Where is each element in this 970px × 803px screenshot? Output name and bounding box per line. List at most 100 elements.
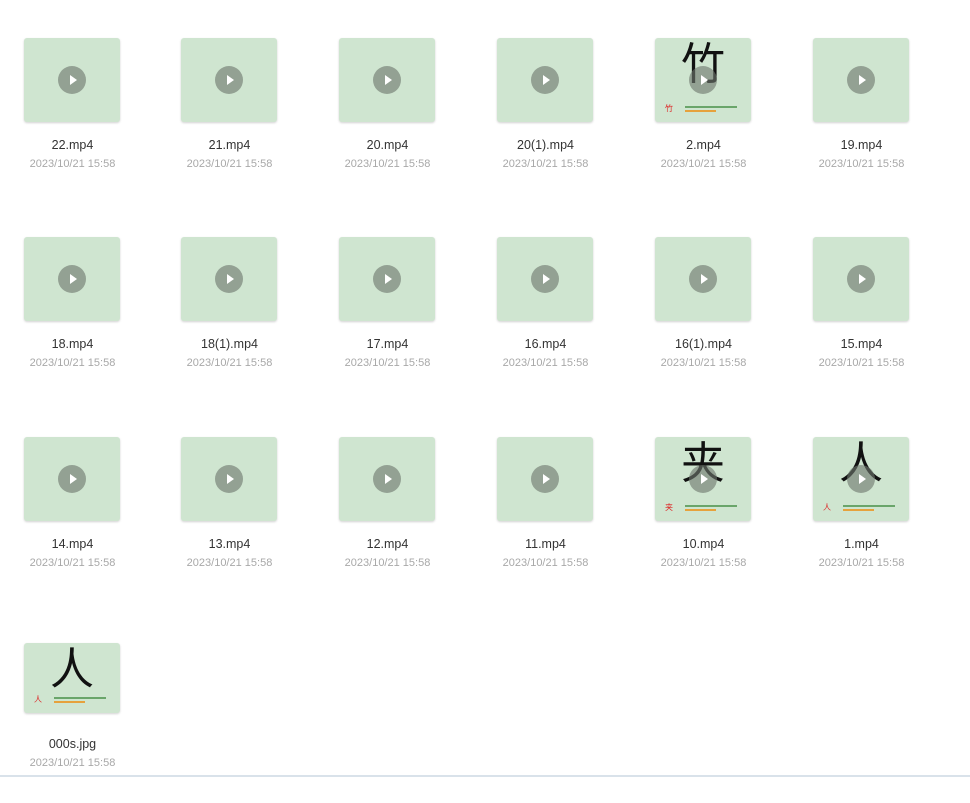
file-date: 2023/10/21 15:58 — [502, 158, 589, 170]
video-thumbnail[interactable] — [813, 237, 909, 321]
file-date: 2023/10/21 15:58 — [344, 557, 431, 569]
file-item[interactable]: 19.mp4 2023/10/21 15:58 — [789, 38, 939, 198]
file-item[interactable]: 人 人 000s.jpg 2023/10/21 15:58 — [0, 643, 150, 803]
thumbnail-caption-lines — [685, 106, 737, 114]
play-icon[interactable] — [531, 465, 559, 493]
image-thumbnail[interactable]: 人 人 — [24, 643, 120, 713]
file-item[interactable]: 18(1).mp4 2023/10/21 15:58 — [157, 237, 307, 397]
play-icon[interactable] — [58, 265, 86, 293]
video-thumbnail[interactable]: 夹 夹 — [655, 437, 751, 521]
video-thumbnail[interactable] — [339, 38, 435, 122]
thumbnail-caption-lines — [54, 697, 106, 705]
thumbnail-small-character: 人 — [823, 503, 831, 512]
file-name[interactable]: 12.mp4 — [315, 537, 460, 551]
file-name[interactable]: 20(1).mp4 — [473, 138, 618, 152]
file-name[interactable]: 11.mp4 — [473, 537, 618, 551]
file-name[interactable]: 18(1).mp4 — [157, 337, 302, 351]
file-item[interactable]: 12.mp4 2023/10/21 15:58 — [315, 437, 465, 597]
play-icon[interactable] — [58, 465, 86, 493]
file-name[interactable]: 14.mp4 — [0, 537, 145, 551]
video-thumbnail[interactable] — [497, 38, 593, 122]
video-thumbnail[interactable] — [497, 437, 593, 521]
file-item[interactable]: 16.mp4 2023/10/21 15:58 — [473, 237, 623, 397]
file-name[interactable]: 20.mp4 — [315, 138, 460, 152]
file-name[interactable]: 13.mp4 — [157, 537, 302, 551]
video-thumbnail[interactable] — [24, 38, 120, 122]
video-thumbnail[interactable] — [181, 437, 277, 521]
thumbnail-character: 人 — [50, 644, 94, 695]
play-icon[interactable] — [373, 66, 401, 94]
file-name[interactable]: 18.mp4 — [0, 337, 145, 351]
video-thumbnail[interactable]: 竹 竹 — [655, 38, 751, 122]
file-date: 2023/10/21 15:58 — [29, 757, 116, 769]
file-name[interactable]: 19.mp4 — [789, 138, 934, 152]
file-date: 2023/10/21 15:58 — [29, 557, 116, 569]
video-thumbnail[interactable] — [813, 38, 909, 122]
play-icon[interactable] — [215, 66, 243, 94]
file-item[interactable]: 20.mp4 2023/10/21 15:58 — [315, 38, 465, 198]
file-item[interactable]: 16(1).mp4 2023/10/21 15:58 — [631, 237, 781, 397]
video-thumbnail[interactable] — [181, 237, 277, 321]
file-date: 2023/10/21 15:58 — [29, 357, 116, 369]
file-name[interactable]: 16.mp4 — [473, 337, 618, 351]
file-item[interactable]: 22.mp4 2023/10/21 15:58 — [0, 38, 150, 198]
file-name[interactable]: 1.mp4 — [789, 537, 934, 551]
file-date: 2023/10/21 15:58 — [186, 158, 273, 170]
file-date: 2023/10/21 15:58 — [818, 557, 905, 569]
video-thumbnail[interactable] — [339, 437, 435, 521]
play-icon[interactable] — [58, 66, 86, 94]
play-icon[interactable] — [847, 66, 875, 94]
file-item[interactable]: 21.mp4 2023/10/21 15:58 — [157, 38, 307, 198]
play-icon[interactable] — [689, 66, 717, 94]
play-icon[interactable] — [215, 465, 243, 493]
thumbnail-small-character: 人 — [34, 695, 42, 704]
file-name[interactable]: 22.mp4 — [0, 138, 145, 152]
file-item[interactable]: 18.mp4 2023/10/21 15:58 — [0, 237, 150, 397]
file-date: 2023/10/21 15:58 — [502, 357, 589, 369]
play-icon[interactable] — [689, 465, 717, 493]
play-icon[interactable] — [373, 465, 401, 493]
file-item[interactable]: 13.mp4 2023/10/21 15:58 — [157, 437, 307, 597]
file-name[interactable]: 16(1).mp4 — [631, 337, 776, 351]
file-item[interactable]: 竹 竹 2.mp4 2023/10/21 15:58 — [631, 38, 781, 198]
video-thumbnail[interactable] — [24, 437, 120, 521]
play-icon[interactable] — [847, 465, 875, 493]
file-date: 2023/10/21 15:58 — [186, 557, 273, 569]
video-thumbnail[interactable] — [497, 237, 593, 321]
video-thumbnail[interactable] — [181, 38, 277, 122]
file-name[interactable]: 21.mp4 — [157, 138, 302, 152]
video-thumbnail[interactable] — [339, 237, 435, 321]
file-item[interactable]: 17.mp4 2023/10/21 15:58 — [315, 237, 465, 397]
file-item[interactable]: 人 人 1.mp4 2023/10/21 15:58 — [789, 437, 939, 597]
file-item[interactable]: 15.mp4 2023/10/21 15:58 — [789, 237, 939, 397]
file-date: 2023/10/21 15:58 — [502, 557, 589, 569]
file-name[interactable]: 000s.jpg — [0, 737, 145, 751]
file-date: 2023/10/21 15:58 — [186, 357, 273, 369]
play-icon[interactable] — [531, 66, 559, 94]
play-icon[interactable] — [689, 265, 717, 293]
file-item[interactable]: 夹 夹 10.mp4 2023/10/21 15:58 — [631, 437, 781, 597]
file-name[interactable]: 15.mp4 — [789, 337, 934, 351]
file-name[interactable]: 17.mp4 — [315, 337, 460, 351]
play-icon[interactable] — [531, 265, 559, 293]
file-date: 2023/10/21 15:58 — [818, 158, 905, 170]
play-icon[interactable] — [215, 265, 243, 293]
file-grid: 22.mp4 2023/10/21 15:58 21.mp4 2023/10/2… — [0, 0, 970, 777]
play-icon[interactable] — [373, 265, 401, 293]
video-thumbnail[interactable] — [24, 237, 120, 321]
thumbnail-small-character: 夹 — [665, 503, 673, 512]
file-date: 2023/10/21 15:58 — [818, 357, 905, 369]
file-item[interactable]: 20(1).mp4 2023/10/21 15:58 — [473, 38, 623, 198]
thumbnail-caption-lines — [685, 505, 737, 513]
file-date: 2023/10/21 15:58 — [344, 158, 431, 170]
play-icon[interactable] — [847, 265, 875, 293]
video-thumbnail[interactable]: 人 人 — [813, 437, 909, 521]
file-name[interactable]: 10.mp4 — [631, 537, 776, 551]
file-date: 2023/10/21 15:58 — [660, 557, 747, 569]
file-item[interactable]: 14.mp4 2023/10/21 15:58 — [0, 437, 150, 597]
file-name[interactable]: 2.mp4 — [631, 138, 776, 152]
file-date: 2023/10/21 15:58 — [660, 357, 747, 369]
video-thumbnail[interactable] — [655, 237, 751, 321]
file-item[interactable]: 11.mp4 2023/10/21 15:58 — [473, 437, 623, 597]
file-date: 2023/10/21 15:58 — [29, 158, 116, 170]
